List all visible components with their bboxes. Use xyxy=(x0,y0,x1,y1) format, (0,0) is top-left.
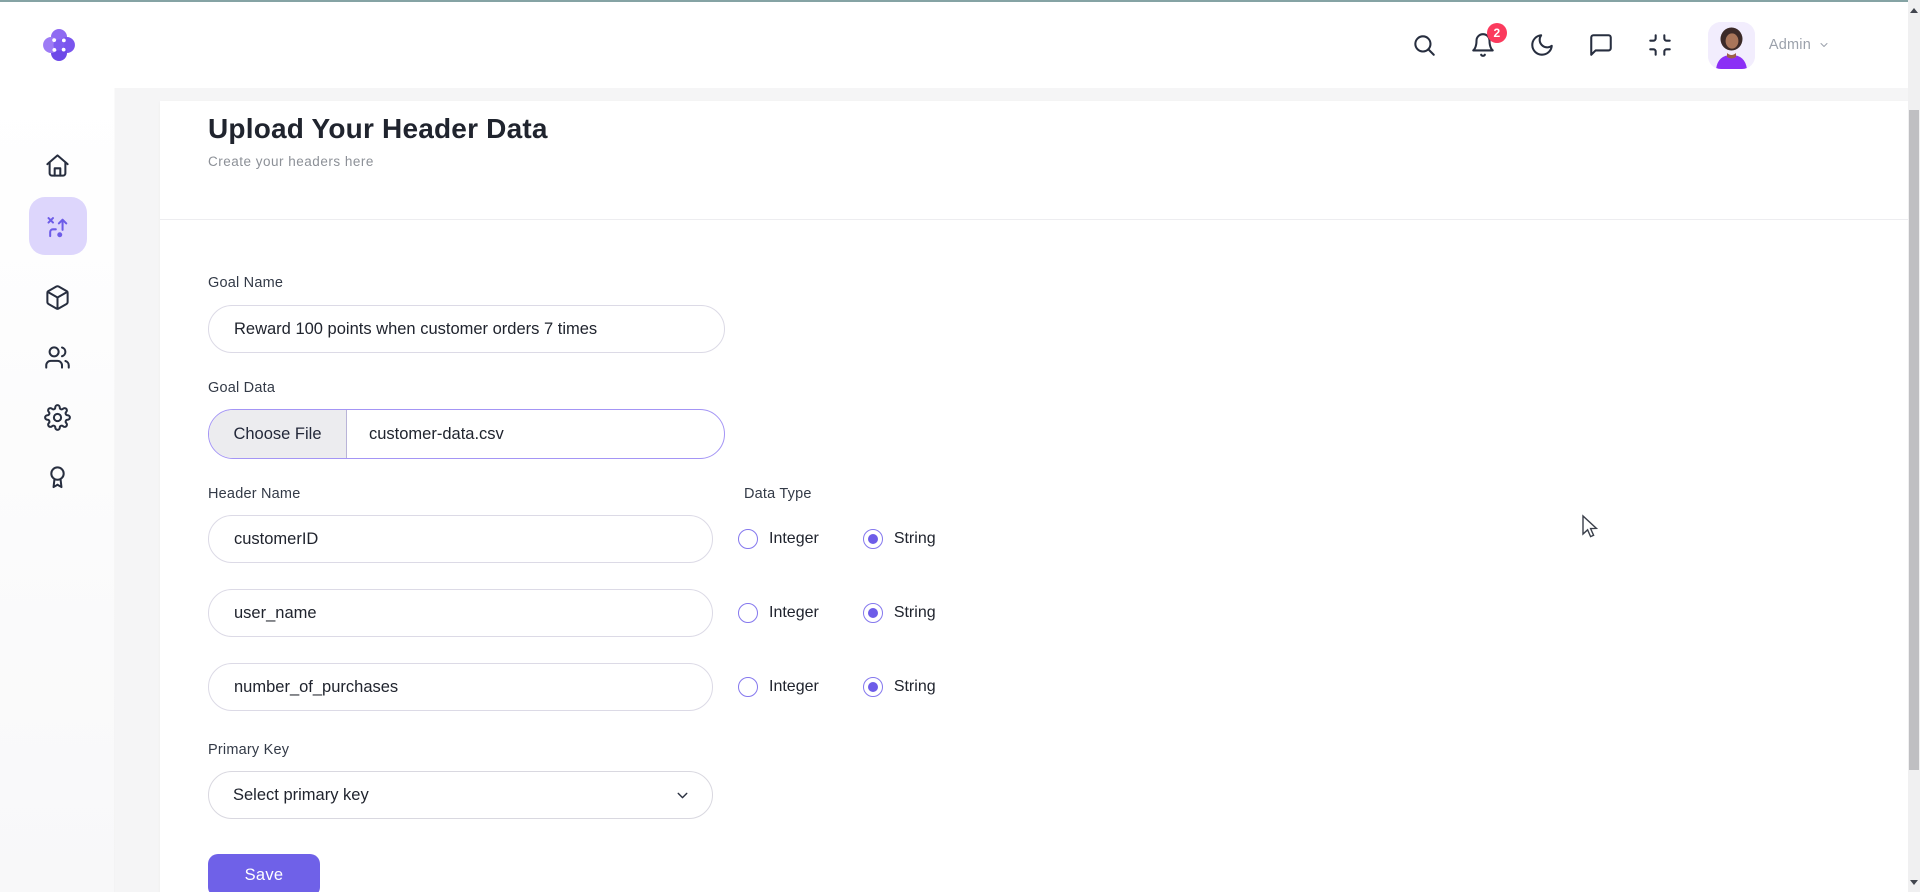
page-title: Upload Your Header Data xyxy=(208,113,1860,145)
notification-count-badge: 2 xyxy=(1487,23,1507,43)
header-name-input-2[interactable] xyxy=(208,589,713,637)
choose-file-button[interactable]: Choose File xyxy=(209,410,347,458)
top-header-bar: 2 Admin xyxy=(0,2,1908,88)
header-row: Integer String xyxy=(208,663,1860,711)
string-radio-option[interactable]: String xyxy=(863,677,936,697)
home-icon xyxy=(44,152,71,179)
vertical-scrollbar[interactable] xyxy=(1908,0,1920,892)
chevron-down-icon xyxy=(1818,39,1830,51)
topbar-actions: 2 Admin xyxy=(1411,22,1830,69)
goal-data-label: Goal Data xyxy=(208,380,1860,396)
header-name-input-1[interactable] xyxy=(208,515,713,563)
integer-radio-option[interactable]: Integer xyxy=(738,603,819,623)
radio-unchecked-icon[interactable] xyxy=(738,529,758,549)
sidebar-item-settings[interactable] xyxy=(29,388,87,446)
top-accent-line xyxy=(0,0,1908,2)
header-data-form: Goal Name Goal Data Choose File customer… xyxy=(160,275,1908,892)
chat-icon[interactable] xyxy=(1588,32,1615,59)
settings-icon xyxy=(44,404,71,431)
header-name-label: Header Name xyxy=(208,486,744,502)
sidebar-item-customers[interactable] xyxy=(29,328,87,386)
integer-radio-option[interactable]: Integer xyxy=(738,677,819,697)
data-type-label: Data Type xyxy=(744,486,812,502)
strategy-icon xyxy=(44,213,71,240)
scrollbar-thumb[interactable] xyxy=(1909,110,1919,770)
data-type-radio-group-2: Integer String xyxy=(738,603,936,623)
header-row: Integer String xyxy=(208,589,1860,637)
package-icon xyxy=(44,284,71,311)
goal-name-input[interactable] xyxy=(208,305,725,353)
radio-unchecked-icon[interactable] xyxy=(738,677,758,697)
radio-checked-icon[interactable] xyxy=(863,603,883,623)
content-panel: Upload Your Header Data Create your head… xyxy=(160,101,1908,892)
goal-name-label: Goal Name xyxy=(208,275,1860,291)
sidebar xyxy=(0,88,115,892)
sidebar-item-rewards[interactable] xyxy=(29,448,87,506)
users-icon xyxy=(44,344,71,371)
file-name-text: customer-data.csv xyxy=(347,410,504,458)
integer-radio-option[interactable]: Integer xyxy=(738,529,819,549)
radio-checked-icon[interactable] xyxy=(863,529,883,549)
panel-header: Upload Your Header Data Create your head… xyxy=(160,101,1908,220)
user-role-label[interactable]: Admin xyxy=(1769,37,1830,53)
sidebar-item-home[interactable] xyxy=(29,136,87,194)
dark-mode-moon-icon[interactable] xyxy=(1529,32,1556,59)
primary-key-label: Primary Key xyxy=(208,742,1860,758)
string-radio-option[interactable]: String xyxy=(863,603,936,623)
scroll-down-arrow-icon[interactable] xyxy=(1908,874,1920,890)
radio-checked-icon[interactable] xyxy=(863,677,883,697)
avatar[interactable] xyxy=(1708,22,1755,69)
notifications-bell-icon[interactable]: 2 xyxy=(1470,32,1497,59)
primary-key-select[interactable]: Select primary key xyxy=(208,771,713,819)
shrink-icon[interactable] xyxy=(1647,32,1674,59)
header-column-labels: Header Name Data Type xyxy=(208,486,1860,502)
award-icon xyxy=(44,464,71,491)
user-menu[interactable]: Admin xyxy=(1708,22,1830,69)
data-type-radio-group-1: Integer String xyxy=(738,529,936,549)
sidebar-item-goals-active[interactable] xyxy=(29,197,87,255)
save-button[interactable]: Save xyxy=(208,854,320,892)
string-radio-option[interactable]: String xyxy=(863,529,936,549)
search-icon[interactable] xyxy=(1411,32,1438,59)
data-type-radio-group-3: Integer String xyxy=(738,677,936,697)
app-logo-icon[interactable] xyxy=(40,26,78,64)
goal-data-file-input[interactable]: Choose File customer-data.csv xyxy=(208,409,725,459)
page-subtitle: Create your headers here xyxy=(208,154,1860,169)
header-name-input-3[interactable] xyxy=(208,663,713,711)
primary-key-selected-value: Select primary key xyxy=(233,786,369,805)
chevron-down-icon xyxy=(674,787,691,804)
header-row: Integer String xyxy=(208,515,1860,563)
radio-unchecked-icon[interactable] xyxy=(738,603,758,623)
scroll-up-arrow-icon[interactable] xyxy=(1908,2,1920,18)
main-content-area: Upload Your Header Data Create your head… xyxy=(115,88,1908,892)
sidebar-item-products[interactable] xyxy=(29,268,87,326)
